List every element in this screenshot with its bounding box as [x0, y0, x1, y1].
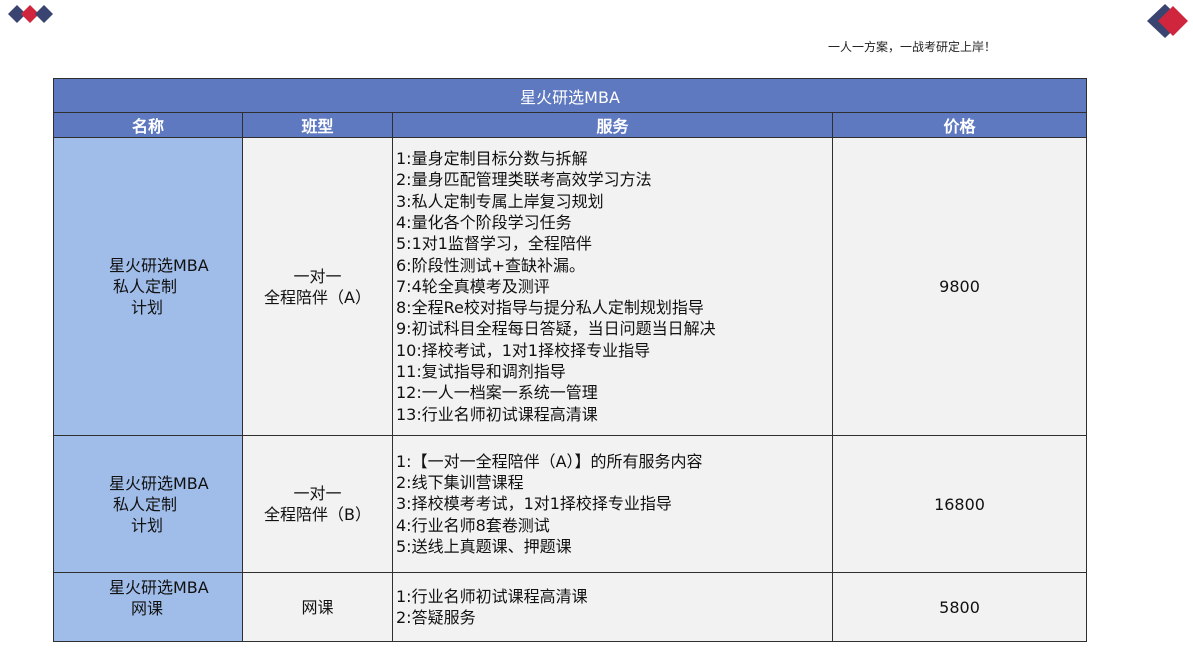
plan-name-line: 星火研选MBA	[109, 578, 209, 597]
plan-name-line: 计划	[131, 515, 164, 535]
plan-name-cell: 星火研选MBA 私人定制 计划	[53, 435, 243, 573]
pricing-table: 星火研选MBA 名称 班型 服务 价格 星火研选MBA 私人定制 计划 一对一 …	[52, 78, 1088, 642]
class-type-line: 一对一	[293, 266, 342, 286]
plan-name-line: 私人定制	[113, 277, 178, 296]
service-item: 1:行业名师初试课程高清课	[396, 586, 588, 606]
brand-logo-right	[1147, 4, 1188, 38]
class-type-cell: 一对一 全程陪伴（B）	[242, 435, 393, 573]
service-item: 2:线下集训营课程	[396, 473, 524, 493]
services-cell: 1:量身定制目标分数与拆解 2:量身匹配管理类联考高效学习方法 3:私人定制专属…	[392, 137, 833, 436]
service-item: 11:复试指导和调剂指导	[396, 362, 566, 382]
class-type-cell: 网课	[242, 572, 393, 642]
service-item: 12:一人一档案一系统一管理	[396, 383, 598, 403]
service-item: 10:择校考试，1对1择校择专业指导	[396, 340, 651, 360]
service-item: 4:行业名师8套卷测试	[396, 515, 550, 535]
service-item: 6:阶段性测试+查缺补漏。	[396, 255, 585, 275]
service-item: 9:初试科目全程每日答疑，当日问题当日解决	[396, 319, 716, 339]
class-type-line: 一对一	[293, 484, 342, 503]
service-item: 1:量身定制目标分数与拆解	[396, 149, 588, 169]
class-type-line: 网课	[301, 597, 334, 617]
table-row: 星火研选MBA 私人定制 计划 一对一 全程陪伴（A） 1:量身定制目标分数与拆…	[53, 137, 1088, 436]
service-item: 3:择校模考考试，1对1择校择专业指导	[396, 494, 672, 514]
service-item: 3:私人定制专属上岸复习规划	[396, 191, 604, 211]
header-price: 价格	[831, 112, 1088, 138]
plan-name-cell: 星火研选MBA 私人定制 计划	[53, 137, 243, 436]
class-type-line: 全程陪伴（A）	[264, 287, 371, 307]
service-item: 2:量身匹配管理类联考高效学习方法	[396, 170, 652, 190]
header-services: 服务	[392, 112, 833, 138]
slogan-text: 一人一方案，一战考研定上岸！	[828, 40, 997, 54]
services-cell: 1:行业名师初试课程高清课 2:答疑服务	[392, 572, 833, 642]
table-title: 星火研选MBA	[52, 78, 1088, 113]
service-item: 5:送线上真题课、押题课	[396, 536, 572, 556]
service-item: 5:1对1监督学习，全程陪伴	[396, 234, 592, 254]
class-type-cell: 一对一 全程陪伴（A）	[242, 137, 393, 436]
plan-name-line: 私人定制	[113, 494, 178, 514]
price-cell: 16800	[831, 435, 1088, 573]
service-item: 7:4轮全真模考及测评	[396, 276, 550, 296]
class-type-line: 全程陪伴（B）	[264, 505, 371, 524]
header-class-type: 班型	[242, 112, 393, 138]
plan-name-line: 星火研选MBA	[109, 256, 209, 275]
brand-logo-left	[8, 5, 53, 23]
service-item: 4:量化各个阶段学习任务	[396, 212, 572, 232]
service-item: 2:答疑服务	[396, 608, 476, 627]
service-item: 1:【一对一全程陪伴（A）】的所有服务内容	[396, 451, 703, 471]
price-cell: 5800	[831, 572, 1088, 642]
price-cell: 9800	[831, 137, 1088, 436]
plan-name-line: 网课	[131, 599, 164, 618]
plan-name-cell: 星火研选MBA 网课	[53, 572, 243, 642]
table-row: 星火研选MBA 私人定制 计划 一对一 全程陪伴（B） 1:【一对一全程陪伴（A…	[53, 435, 1088, 573]
header-name: 名称	[53, 112, 243, 138]
service-item: 13:行业名师初试课程高清课	[396, 404, 598, 424]
plan-name-line: 星火研选MBA	[109, 473, 209, 493]
service-item: 8:全程Re校对指导与提分私人定制规划指导	[396, 298, 704, 318]
services-cell: 1:【一对一全程陪伴（A）】的所有服务内容 2:线下集训营课程 3:择校模考考试…	[392, 435, 833, 573]
table-row: 星火研选MBA 网课 网课 1:行业名师初试课程高清课 2:答疑服务 5800	[53, 572, 1088, 642]
plan-name-line: 计划	[131, 298, 164, 317]
